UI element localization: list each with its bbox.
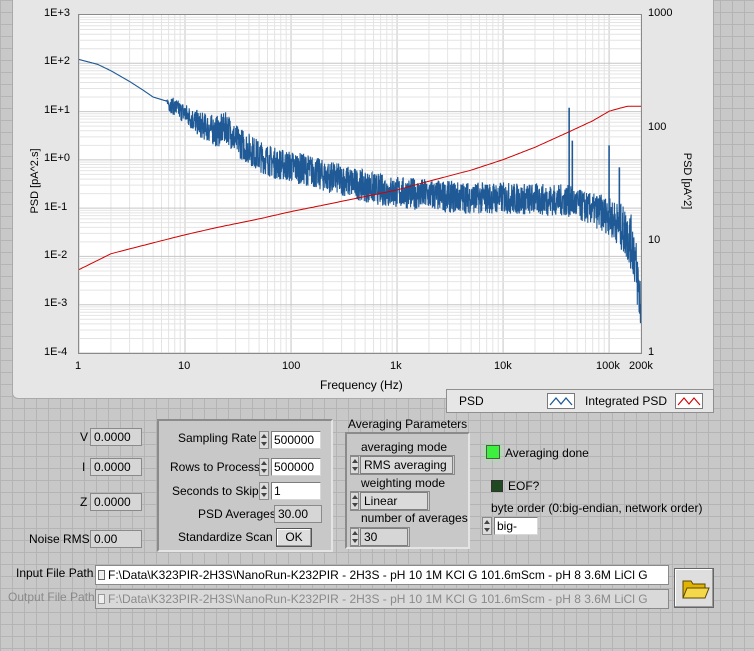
x-axis-label: Frequency (Hz) [320,378,403,392]
y-tick: 1E-4 [44,346,68,358]
averaging-mode-value[interactable]: RMS averaging [360,456,453,474]
noise-rms-indicator: 0.00 [90,530,142,548]
y-tick: 1E+3 [44,7,70,19]
y-axis-label: PSD [pA^2.s] [29,148,41,214]
seconds-to-skip-label: Seconds to Skip [172,484,259,498]
number-of-averages-value[interactable]: 30 [360,528,408,546]
y-tick: 1E-1 [44,201,68,213]
legend-integrated-swatch[interactable] [675,393,703,409]
standardize-scan-label: Standardize Scan [178,530,273,544]
sampling-rate-input[interactable]: 500000 [271,431,321,449]
v-label: V [80,430,89,444]
weighting-mode-ring[interactable]: Linear [350,491,430,511]
input-file-path-field[interactable]: F:\Data\K323PIR-2H3S\NanoRun-K232PIR - 2… [95,565,669,585]
psd-chart [79,15,641,353]
legend-integrated-line-icon [677,397,701,406]
x-tick: 100k [596,360,620,372]
x-tick: 10k [494,360,512,372]
weighting-mode-stepper[interactable] [350,492,359,510]
x-tick: 10 [178,360,191,372]
y2-tick: 1 [648,346,655,358]
x-tick: 100 [282,360,301,372]
averaging-parameters-title: Averaging Parameters [348,417,468,431]
y-tick: 1E+1 [44,104,70,116]
averaging-done-led [486,445,500,459]
i-indicator: 0.0000 [90,458,142,476]
rows-to-process-input[interactable]: 500000 [271,458,321,476]
y2-tick: 10 [648,234,661,246]
rows-to-process-label: Rows to Process [170,460,261,474]
y-tick: 1E-2 [44,249,68,261]
y2-axis-label: PSD [pA^2] [681,152,693,210]
legend-psd-label: PSD [459,394,484,408]
number-of-averages-label: number of averages [361,511,468,525]
folder-icon [682,580,710,599]
z-indicator: 0.0000 [90,493,142,511]
number-of-averages-control[interactable]: 30 [350,527,410,547]
weighting-mode-label: weighting mode [361,476,446,490]
output-file-path-label: Output File Path [8,590,95,604]
x-tick: 1 [75,360,82,372]
averaging-mode-ring[interactable]: RMS averaging [350,455,455,475]
y-tick: 1E+2 [44,55,70,67]
byte-order-label: byte order (0:big-endian, network order) [491,501,703,515]
noise-rms-label: Noise RMS [29,532,90,546]
byte-order-stepper[interactable] [482,517,492,535]
path-icon [98,594,105,604]
input-file-path-value[interactable]: F:\Data\K323PIR-2H3S\NanoRun-K232PIR - 2… [108,568,648,582]
weighting-mode-value[interactable]: Linear [360,492,428,510]
rows-to-process-stepper[interactable] [259,458,269,476]
seconds-to-skip-stepper[interactable] [259,482,269,500]
sampling-rate-stepper[interactable] [259,431,269,449]
psd-plot-area[interactable] [78,14,642,354]
output-file-path-field: F:\Data\K323PIR-2H3S\NanoRun-K232PIR - 2… [95,589,669,609]
eof-label: EOF? [508,479,540,493]
psd-series-line [79,58,641,324]
y2-tick: 1000 [648,7,673,19]
averaging-mode-stepper[interactable] [350,456,359,474]
legend-psd-swatch[interactable] [547,393,575,409]
byte-order-input[interactable]: big- [494,517,538,535]
input-file-path-label: Input File Path [16,566,94,580]
y2-tick: 100 [648,121,667,133]
x-tick: 200k [629,360,653,372]
v-indicator: 0.0000 [90,428,142,446]
browse-button[interactable] [674,568,714,608]
seconds-to-skip-input[interactable]: 1 [271,482,321,500]
eof-led [491,480,503,492]
legend-integrated-label: Integrated PSD [585,394,668,408]
y-tick: 1E+0 [44,152,70,164]
sampling-rate-label: Sampling Rate [178,431,257,445]
psd-averages-label: PSD Averages [198,507,276,521]
z-label: Z [80,495,88,509]
averaging-mode-label: averaging mode [361,440,448,454]
standardize-scan-ok-button[interactable]: OK [276,528,312,547]
plot-legend: PSD Integrated PSD [446,389,714,413]
number-of-averages-stepper[interactable] [350,528,359,546]
i-label: I [82,460,86,474]
averaging-done-label: Averaging done [505,446,589,460]
legend-psd-line-icon [549,396,573,406]
path-icon [98,570,105,580]
y-tick: 1E-3 [44,297,68,309]
psd-averages-indicator: 30.00 [274,505,322,523]
output-file-path-value: F:\Data\K323PIR-2H3S\NanoRun-K232PIR - 2… [108,592,648,606]
x-tick: 1k [390,360,402,372]
